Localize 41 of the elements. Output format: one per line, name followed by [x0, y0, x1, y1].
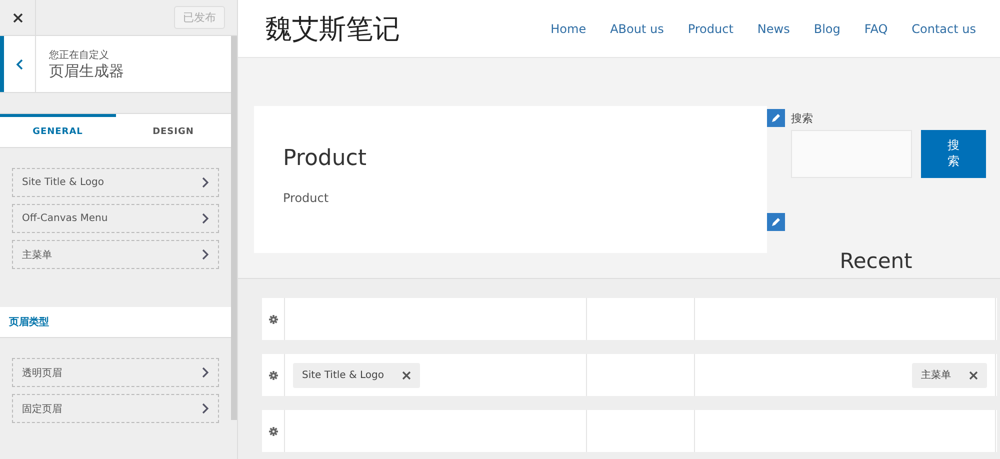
chevron-right-icon — [202, 249, 209, 260]
nav-link[interactable]: Home — [550, 22, 586, 36]
site-title: 魏艾斯笔记 — [265, 12, 400, 46]
pencil-icon[interactable] — [767, 213, 785, 231]
panel-title: 页眉生成器 — [49, 62, 124, 80]
nav-link[interactable]: ABout us — [610, 22, 664, 36]
nav-link[interactable]: FAQ — [864, 22, 888, 36]
gear-icon[interactable] — [268, 314, 278, 324]
section-title: 页眉类型 — [0, 307, 231, 338]
customizing-label: 您正在自定义 — [49, 48, 110, 62]
menu-item[interactable]: 固定页眉 — [12, 394, 219, 423]
gear-icon[interactable] — [268, 370, 278, 380]
nav-link[interactable]: Blog — [814, 22, 840, 36]
menu-item[interactable]: 透明页眉 — [12, 358, 219, 387]
menu-item[interactable]: Off-Canvas Menu — [12, 204, 219, 233]
chevron-right-icon — [202, 403, 209, 414]
search-button[interactable]: 搜索 — [921, 130, 986, 178]
page-title: Product — [283, 146, 368, 171]
header-element-chip[interactable]: 主菜单 — [912, 362, 987, 388]
scrollbar[interactable] — [231, 36, 237, 420]
remove-icon[interactable] — [969, 370, 978, 380]
nav-link[interactable]: News — [757, 22, 790, 36]
chip-label: 主菜单 — [921, 368, 951, 382]
chevron-left-icon — [16, 58, 23, 70]
chip-label: Site Title & Logo — [302, 370, 384, 380]
widget-title: Recent — [840, 249, 912, 273]
close-icon — [12, 12, 22, 22]
pencil-icon[interactable] — [767, 109, 785, 127]
search-label: 搜索 — [791, 111, 814, 126]
menu-item[interactable]: 主菜单 — [12, 240, 219, 269]
header-element-chip[interactable]: Site Title & Logo — [293, 362, 420, 388]
chevron-right-icon — [202, 177, 209, 188]
back-button[interactable] — [0, 36, 36, 92]
page-text: Product — [283, 191, 330, 205]
gear-icon[interactable] — [268, 426, 278, 436]
chevron-right-icon — [202, 367, 209, 378]
menu-item[interactable]: Site Title & Logo — [12, 168, 219, 197]
nav-link[interactable]: Product — [688, 22, 734, 36]
chevron-right-icon — [202, 213, 209, 224]
nav-link[interactable]: Contact us — [912, 22, 976, 36]
remove-icon[interactable] — [402, 370, 411, 380]
